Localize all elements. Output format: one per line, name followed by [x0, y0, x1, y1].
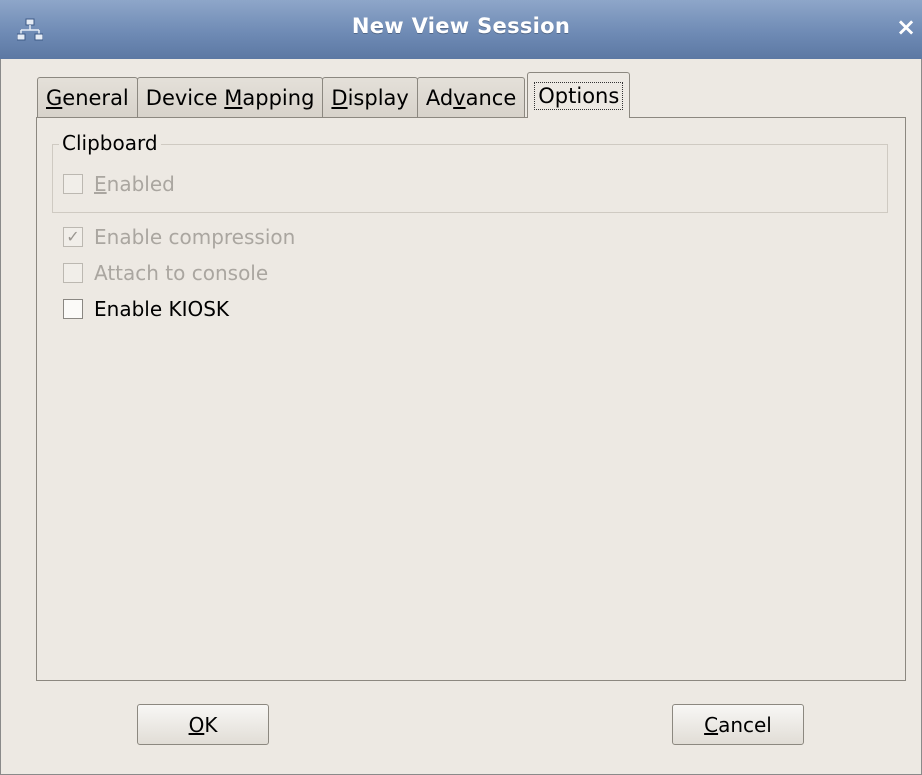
close-icon[interactable]: × [894, 13, 918, 41]
checkbox-label: Enable compression [94, 225, 296, 249]
ok-button[interactable]: OK [137, 704, 269, 745]
button-label: Cancel [704, 712, 772, 737]
checkbox-box [63, 299, 83, 319]
tab-display[interactable]: Display [322, 77, 418, 118]
tab-label: Options [534, 81, 624, 110]
button-label: OK [188, 712, 218, 737]
tab-label: General [46, 86, 129, 110]
title-bar[interactable]: New View Session × [0, 0, 922, 59]
tab-label: Display [331, 86, 409, 110]
checkbox-label: Enable KIOSK [94, 297, 230, 321]
tab-general[interactable]: General [37, 77, 138, 118]
attach-to-console-checkbox[interactable]: Attach to console [63, 261, 268, 285]
checkbox-label: Attach to console [94, 261, 269, 285]
tab-device-mapping[interactable]: Device Mapping [136, 77, 324, 118]
enable-compression-checkbox[interactable]: ✓ Enable compression [63, 225, 295, 249]
tab-bar: General Device Mapping Display Advance O… [37, 72, 631, 118]
window-title: New View Session [351, 14, 571, 38]
tab-label: Advance [425, 86, 517, 110]
checkbox-box [63, 174, 83, 194]
clipboard-groupbox [52, 144, 888, 213]
checkbox-label: Enabled [94, 172, 175, 196]
cancel-button[interactable]: Cancel [672, 704, 804, 745]
clipboard-group-title: Clipboard [59, 131, 161, 155]
tab-label: Device Mapping [145, 86, 315, 110]
tab-advance[interactable]: Advance [416, 77, 526, 118]
checkmark-icon: ✓ [63, 227, 83, 247]
tab-options[interactable]: Options [527, 72, 631, 118]
checkbox-box [63, 263, 83, 283]
enable-kiosk-checkbox[interactable]: Enable KIOSK [63, 297, 229, 321]
clipboard-enabled-checkbox[interactable]: Enabled [63, 172, 175, 196]
